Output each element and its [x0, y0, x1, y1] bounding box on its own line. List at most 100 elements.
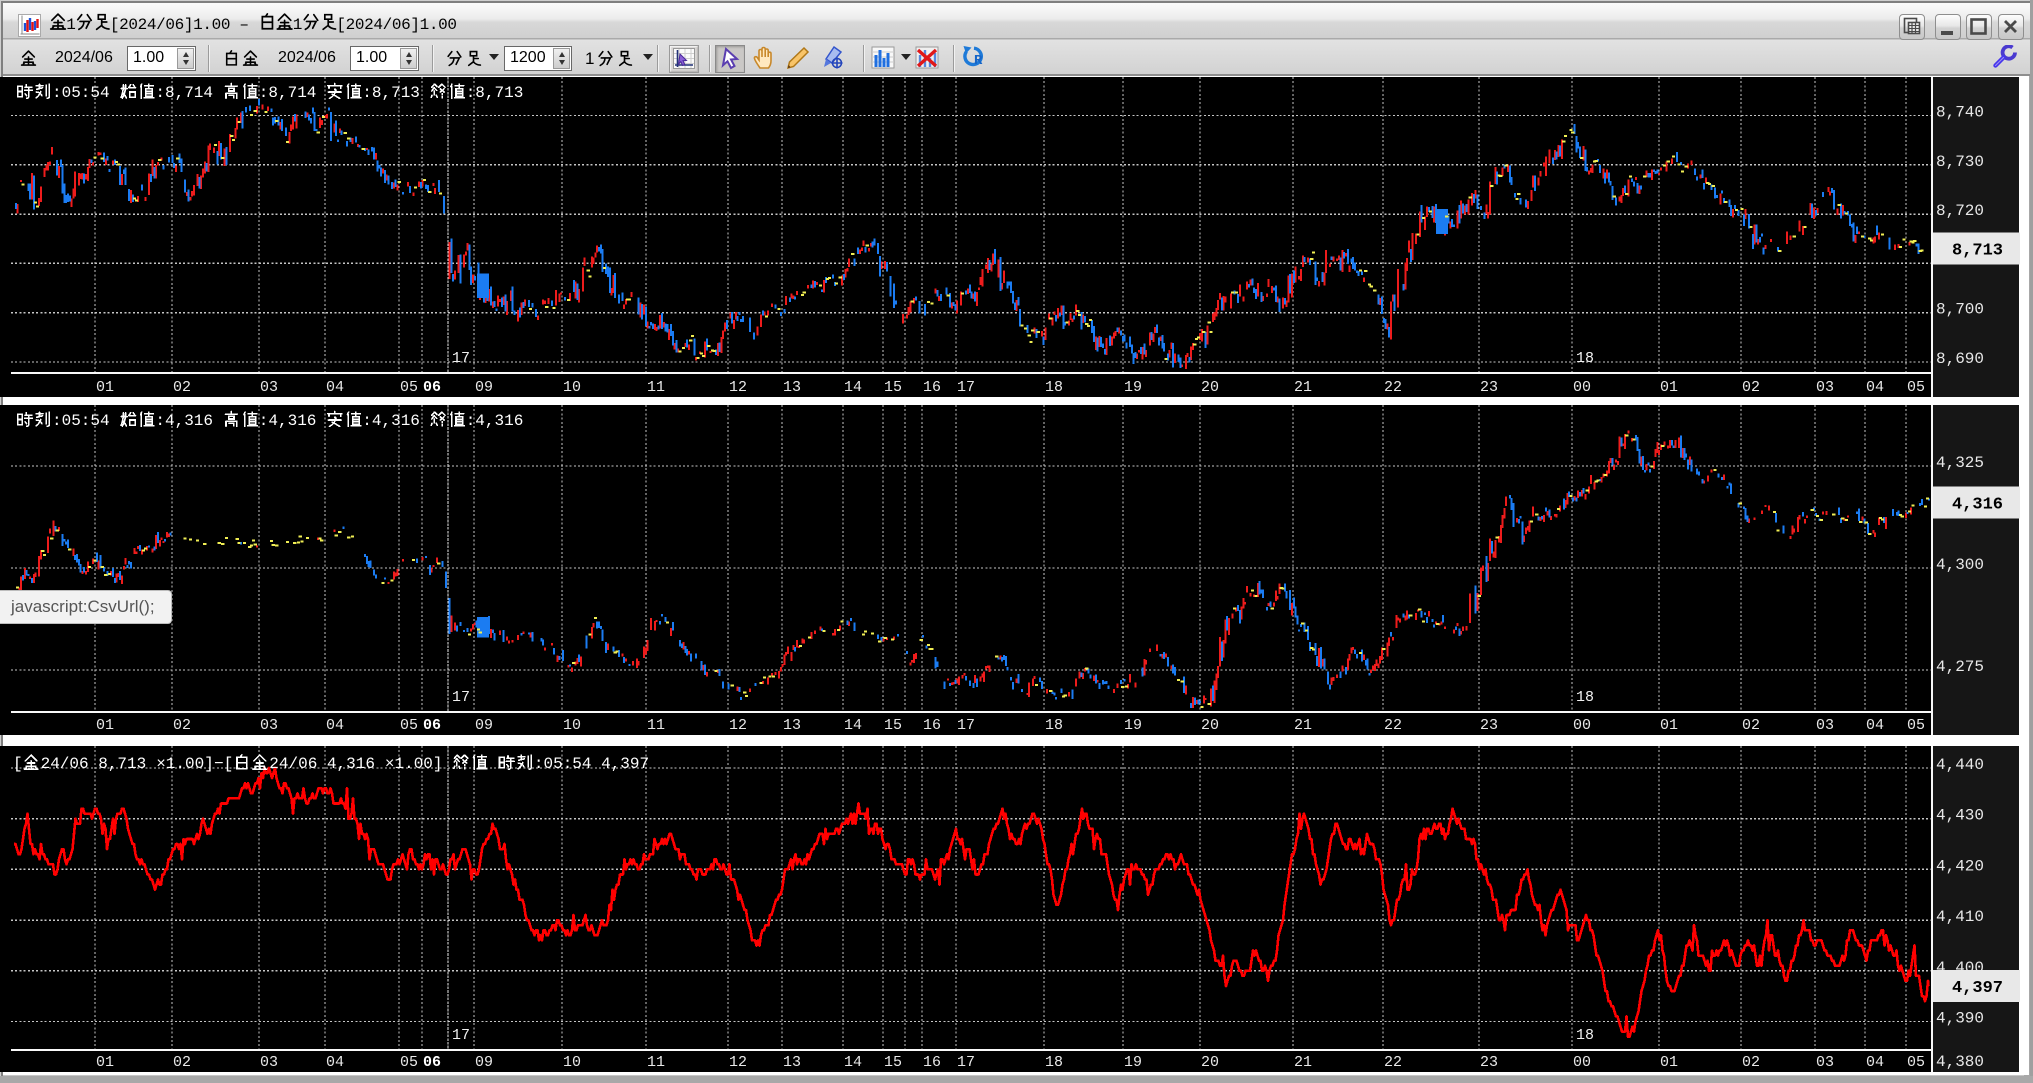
- svg-text:21: 21: [1294, 1054, 1312, 1071]
- svg-text:8,740: 8,740: [1936, 104, 1984, 122]
- svg-text:15: 15: [884, 1054, 902, 1071]
- svg-text:13: 13: [783, 1054, 801, 1071]
- svg-text:1.00]: 1.00]: [166, 755, 214, 773]
- svg-text::05:54: :05:54: [52, 412, 110, 430]
- svg-text:05: 05: [1907, 379, 1925, 396]
- svg-text:14: 14: [844, 1054, 862, 1071]
- svg-text:19: 19: [1124, 379, 1142, 396]
- svg-text:05: 05: [1907, 717, 1925, 734]
- svg-text:04: 04: [326, 717, 344, 734]
- svg-text:18: 18: [1045, 379, 1063, 396]
- svg-text:14: 14: [844, 717, 862, 734]
- svg-text:02: 02: [173, 379, 191, 396]
- svg-text:4,397: 4,397: [1952, 979, 2003, 998]
- svg-text:14: 14: [844, 379, 862, 396]
- svg-text:02: 02: [173, 1054, 191, 1071]
- svg-text:18: 18: [1045, 1054, 1063, 1071]
- svg-text:04: 04: [326, 1054, 344, 1071]
- svg-text:11: 11: [647, 379, 665, 396]
- svg-text:21: 21: [1294, 379, 1312, 396]
- svg-text::8,714: :8,714: [155, 84, 213, 102]
- svg-text:01: 01: [1660, 1054, 1678, 1071]
- svg-text:02: 02: [173, 717, 191, 734]
- svg-text:[: [: [13, 755, 23, 773]
- svg-text:03: 03: [1816, 717, 1834, 734]
- svg-text:21: 21: [1294, 717, 1312, 734]
- svg-text:17: 17: [957, 1054, 975, 1071]
- svg-text:11: 11: [647, 1054, 665, 1071]
- svg-text:09: 09: [475, 717, 493, 734]
- svg-text:8,700: 8,700: [1936, 301, 1984, 319]
- svg-text:12: 12: [729, 1054, 747, 1071]
- svg-text:15: 15: [884, 717, 902, 734]
- svg-text:10: 10: [563, 379, 581, 396]
- svg-text:4,420: 4,420: [1936, 857, 1984, 875]
- svg-text:4,316: 4,316: [1952, 496, 2003, 515]
- svg-text:05: 05: [400, 1054, 418, 1071]
- svg-text:4,275: 4,275: [1936, 658, 1984, 676]
- svg-text:01: 01: [96, 379, 114, 396]
- svg-text:4,440: 4,440: [1936, 756, 1984, 774]
- svg-text::4,316: :4,316: [259, 412, 317, 430]
- svg-text::8,713: :8,713: [466, 84, 524, 102]
- svg-text::4,316: :4,316: [466, 412, 524, 430]
- svg-text:8,713: 8,713: [1952, 242, 2003, 261]
- svg-text:03: 03: [1816, 1054, 1834, 1071]
- svg-text:04: 04: [1866, 1054, 1884, 1071]
- svg-text:00: 00: [1573, 379, 1591, 396]
- svg-text::4,316: :4,316: [155, 412, 213, 430]
- svg-text:01: 01: [1660, 717, 1678, 734]
- svg-text:04: 04: [1866, 379, 1884, 396]
- svg-text:03: 03: [1816, 379, 1834, 396]
- svg-text:24/06 8,713: 24/06 8,713: [41, 755, 147, 773]
- svg-text:4,410: 4,410: [1936, 908, 1984, 926]
- svg-text:05: 05: [400, 379, 418, 396]
- svg-text:24/06 4,316: 24/06 4,316: [269, 755, 375, 773]
- svg-text:1.00]: 1.00]: [395, 755, 443, 773]
- svg-text:17: 17: [452, 689, 470, 706]
- svg-text:20: 20: [1201, 717, 1219, 734]
- svg-text:18: 18: [1576, 1027, 1594, 1044]
- svg-text:01: 01: [96, 717, 114, 734]
- svg-text:05: 05: [400, 717, 418, 734]
- svg-text::05:54: :05:54: [52, 84, 110, 102]
- svg-text:00: 00: [1573, 1054, 1591, 1071]
- svg-text:16: 16: [923, 717, 941, 734]
- svg-text:20: 20: [1201, 379, 1219, 396]
- svg-text:01: 01: [96, 1054, 114, 1071]
- svg-text:16: 16: [923, 1054, 941, 1071]
- svg-text:16: 16: [923, 379, 941, 396]
- svg-text:17: 17: [452, 1027, 470, 1044]
- svg-text:×: ×: [385, 755, 395, 773]
- svg-text:20: 20: [1201, 1054, 1219, 1071]
- svg-text:17: 17: [452, 350, 470, 367]
- svg-text:23: 23: [1480, 379, 1498, 396]
- svg-text:19: 19: [1124, 1054, 1142, 1071]
- svg-text::8,713: :8,713: [362, 84, 420, 102]
- svg-text:06: 06: [423, 379, 441, 396]
- svg-text:05: 05: [1907, 1054, 1925, 1071]
- svg-text:13: 13: [783, 379, 801, 396]
- svg-text::4,316: :4,316: [362, 412, 420, 430]
- svg-text:06: 06: [423, 717, 441, 734]
- svg-text:10: 10: [563, 1054, 581, 1071]
- svg-text:12: 12: [729, 717, 747, 734]
- svg-text:03: 03: [260, 1054, 278, 1071]
- svg-text:03: 03: [260, 717, 278, 734]
- svg-text:12: 12: [729, 379, 747, 396]
- svg-text:×: ×: [156, 755, 166, 773]
- svg-text::05:54 4,397: :05:54 4,397: [534, 755, 649, 773]
- svg-text:8,720: 8,720: [1936, 202, 1984, 220]
- svg-text:22: 22: [1384, 379, 1402, 396]
- svg-text:4,325: 4,325: [1936, 454, 1984, 472]
- svg-text:13: 13: [783, 717, 801, 734]
- svg-text:4,390: 4,390: [1936, 1010, 1984, 1028]
- svg-text:02: 02: [1742, 379, 1760, 396]
- svg-text:23: 23: [1480, 1054, 1498, 1071]
- svg-text:8,730: 8,730: [1936, 153, 1984, 171]
- svg-text:8,690: 8,690: [1936, 350, 1984, 368]
- svg-text:11: 11: [647, 717, 665, 734]
- svg-text:01: 01: [1660, 379, 1678, 396]
- svg-text:02: 02: [1742, 717, 1760, 734]
- svg-text:23: 23: [1480, 717, 1498, 734]
